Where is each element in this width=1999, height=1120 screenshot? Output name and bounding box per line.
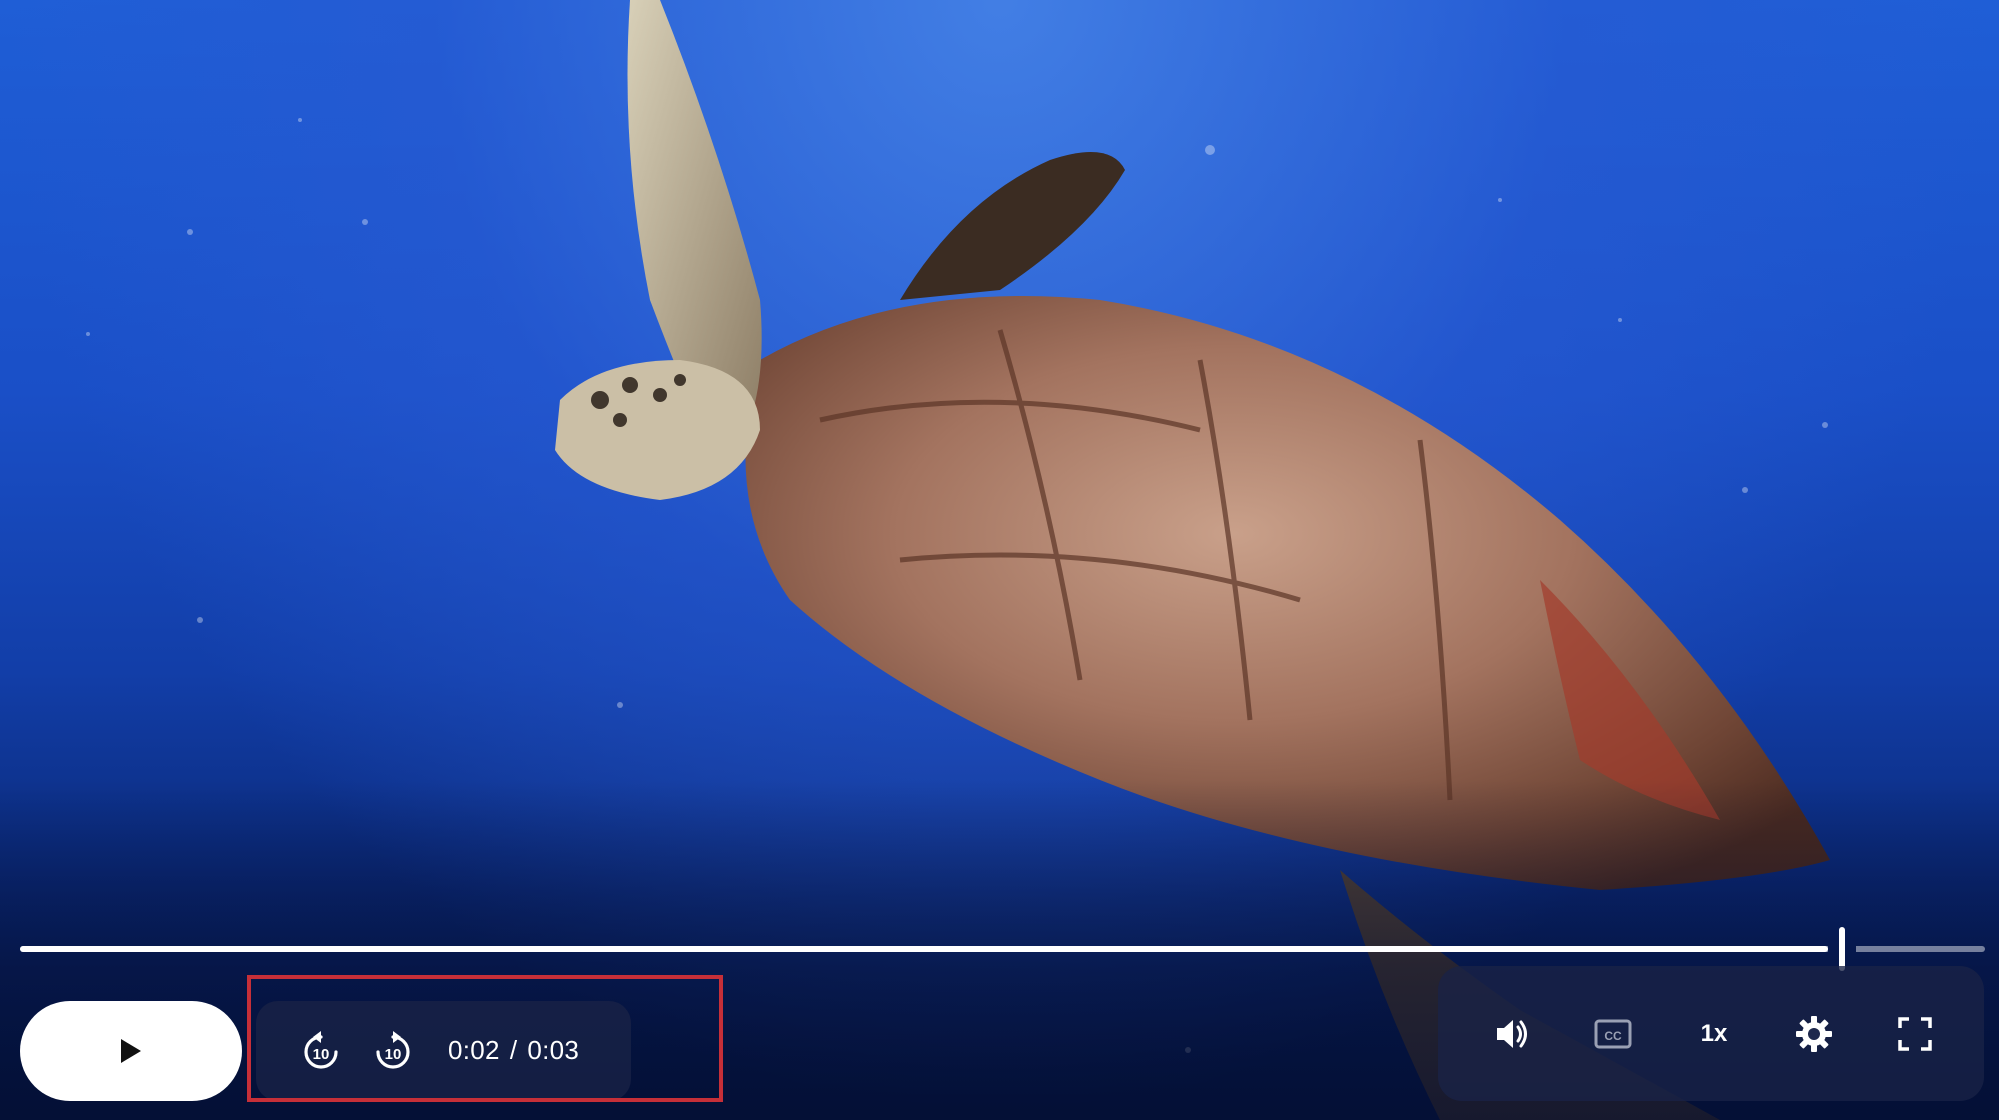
play-button[interactable] — [20, 1001, 242, 1101]
skip-forward-button[interactable]: 10 — [370, 1029, 416, 1075]
svg-text:CC: CC — [1604, 1029, 1622, 1043]
progress-fill — [20, 946, 1828, 952]
captions-icon: CC — [1594, 1019, 1632, 1049]
play-icon — [121, 1039, 141, 1063]
fullscreen-icon — [1898, 1017, 1932, 1051]
replay-10-icon: 10 — [304, 1031, 338, 1069]
svg-text:10: 10 — [313, 1046, 330, 1063]
current-time: 0:02 — [448, 1035, 500, 1065]
gear-icon — [1796, 1016, 1832, 1052]
svg-text:10: 10 — [385, 1046, 402, 1063]
volume-icon — [1497, 1020, 1527, 1048]
speed-label: 1x — [1700, 1020, 1728, 1047]
forward-10-icon: 10 — [376, 1031, 410, 1069]
playback-speed-button[interactable]: 1x — [1686, 1006, 1742, 1062]
captions-button[interactable]: CC — [1585, 1006, 1641, 1062]
duration: 0:03 — [527, 1035, 580, 1065]
volume-button[interactable] — [1484, 1006, 1540, 1062]
time-separator: / — [509, 1035, 518, 1065]
fullscreen-button[interactable] — [1887, 1006, 1943, 1062]
playback-controls: 10 10 0:02 / 0:03 — [256, 1001, 631, 1101]
progress-bar[interactable] — [20, 927, 1985, 971]
time-display: 0:02 / 0:03 — [448, 1035, 579, 1066]
skip-back-button[interactable]: 10 — [298, 1029, 344, 1075]
player-settings-controls: CC 1x — [1438, 966, 1984, 1101]
settings-button[interactable] — [1786, 1006, 1842, 1062]
video-frame[interactable] — [0, 0, 1999, 1120]
progress-handle[interactable] — [1839, 927, 1845, 971]
video-player: 10 10 0:02 / 0:03 CC 1x — [0, 0, 1999, 1120]
